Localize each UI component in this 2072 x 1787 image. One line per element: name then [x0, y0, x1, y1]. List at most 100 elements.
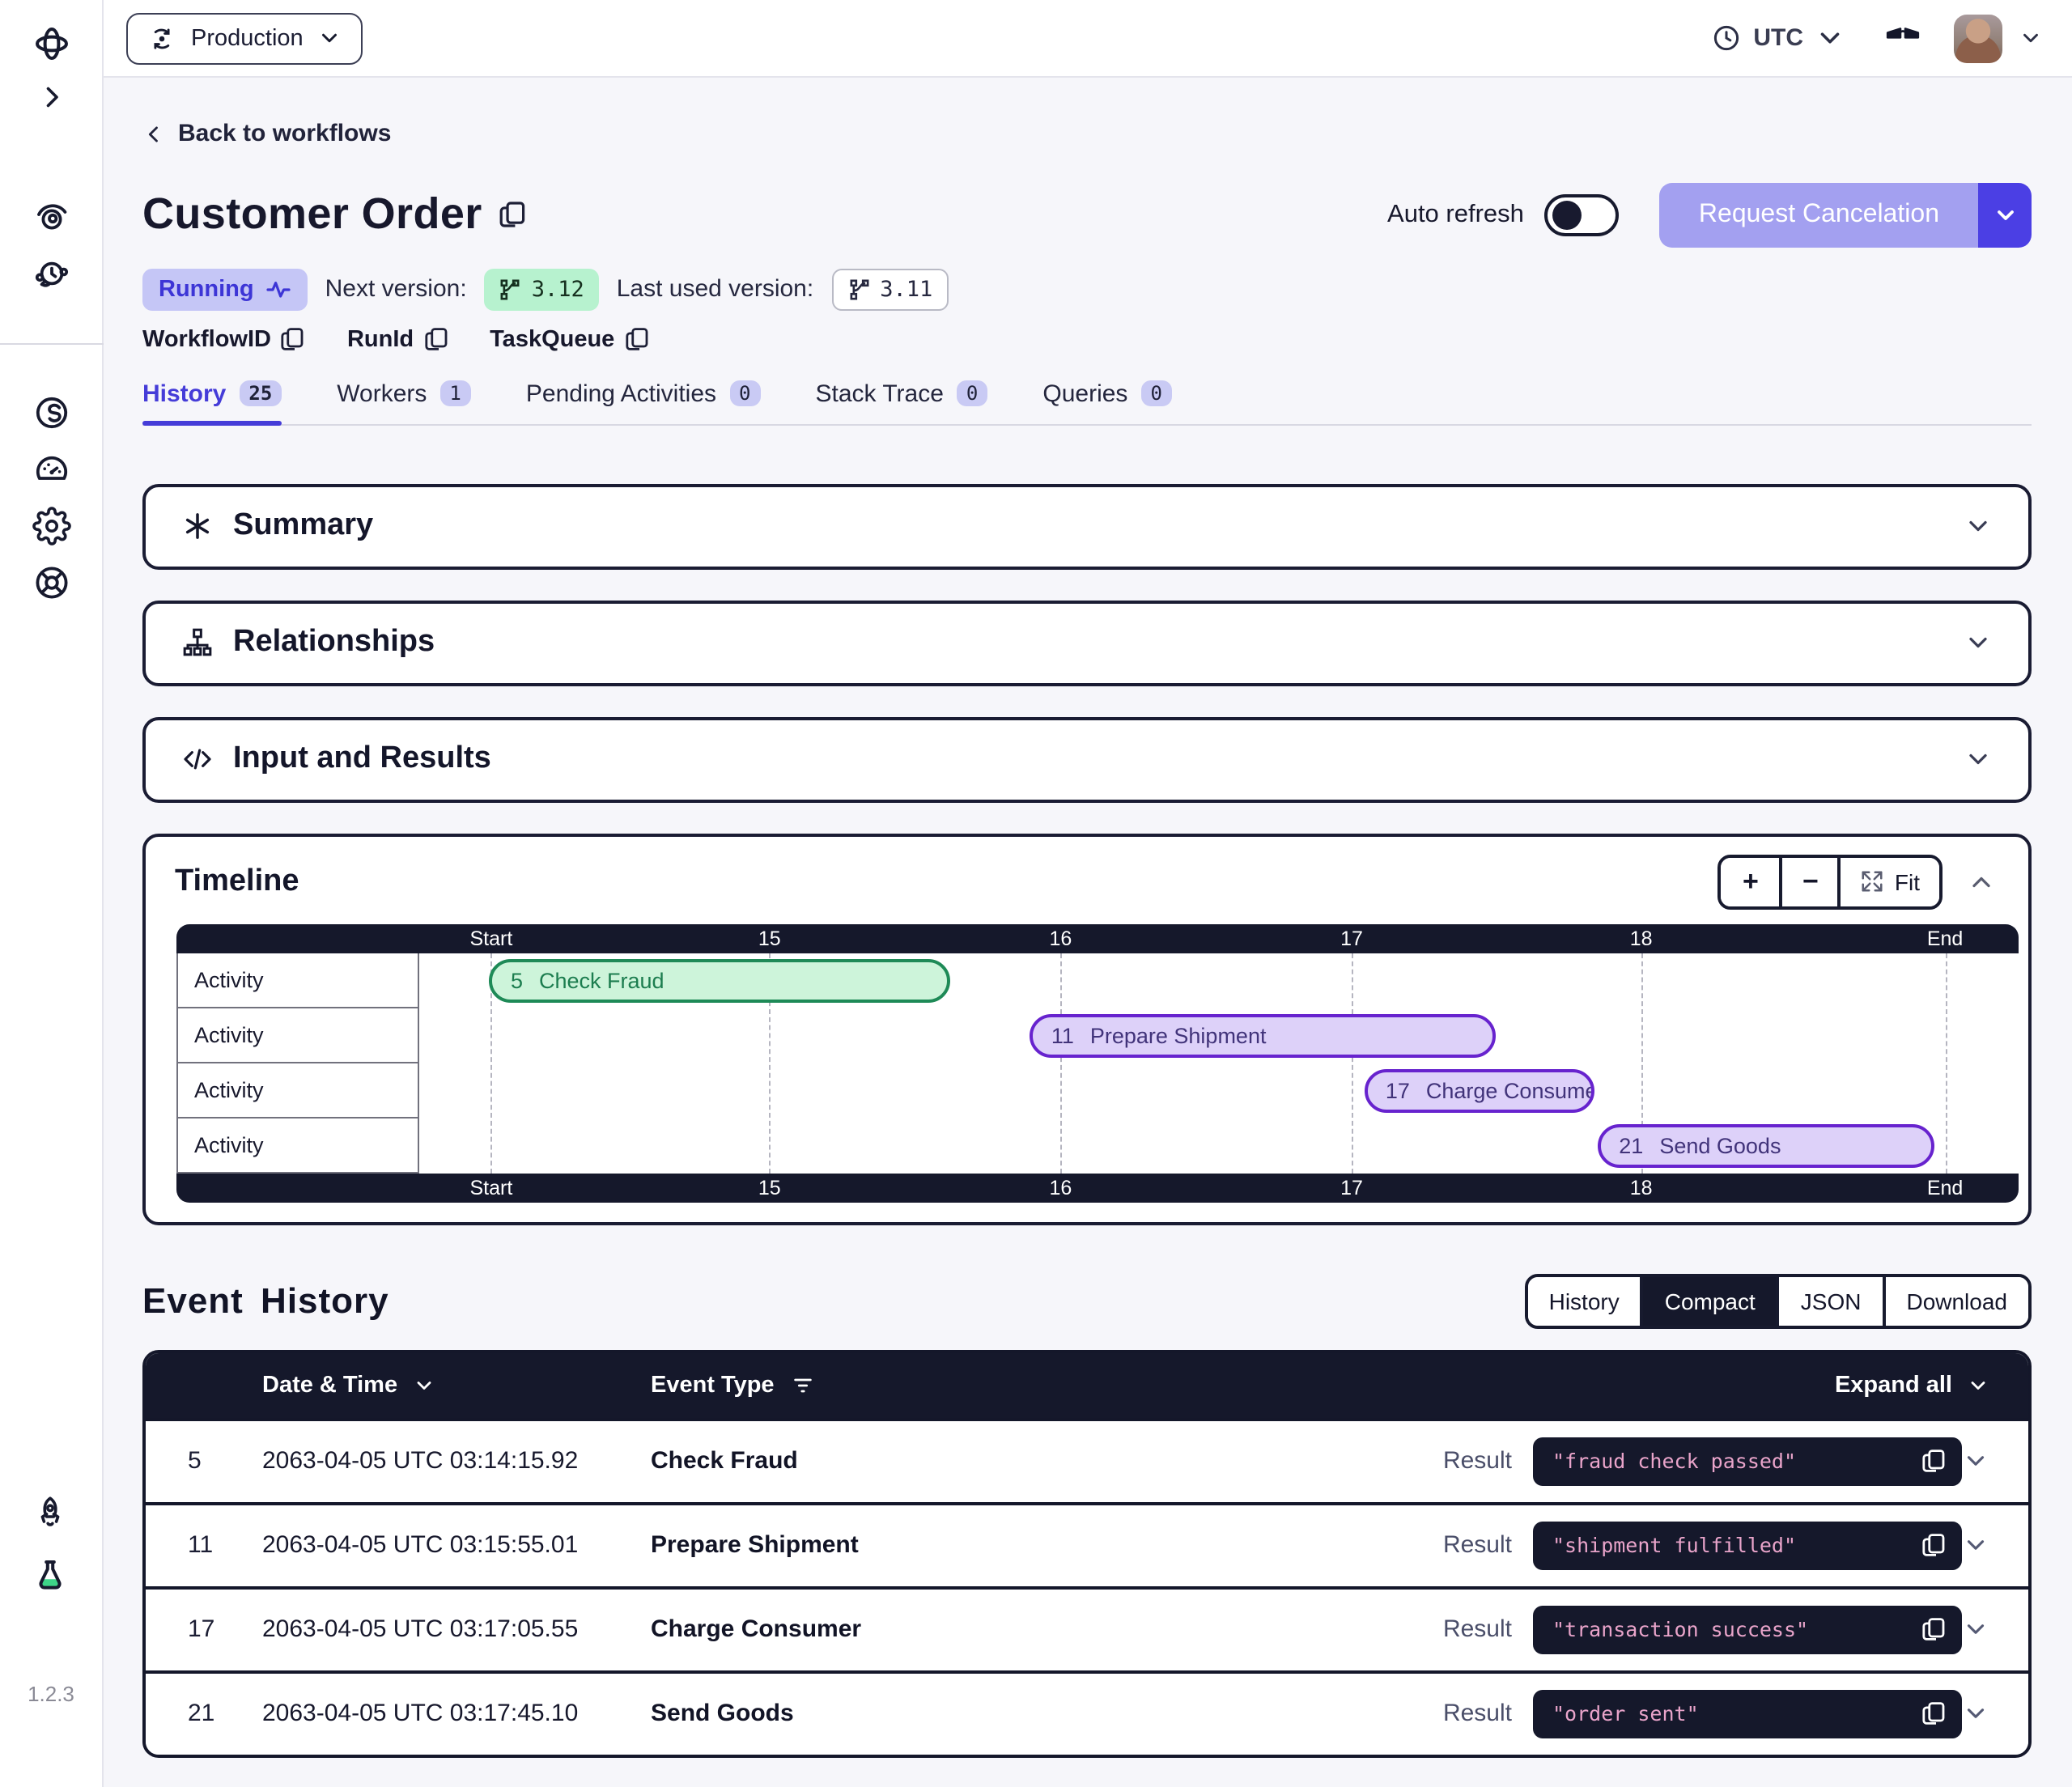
event-type: Check Fraud	[651, 1447, 1443, 1475]
event-datetime: 2063-04-05 UTC 03:14:15.92	[262, 1447, 651, 1475]
timeline-track: 21 Send Goods	[419, 1118, 2019, 1173]
event-history-table: Date & Time Event Type Expand all 5 2063…	[142, 1349, 2032, 1757]
zoom-in-button[interactable]: +	[1722, 857, 1780, 906]
result-chip[interactable]: "transaction success"	[1533, 1605, 1962, 1653]
relationships-section[interactable]: Relationships	[142, 600, 2032, 686]
tab-stack-trace[interactable]: Stack Trace0	[816, 380, 988, 423]
result-label: Result	[1443, 1615, 1512, 1643]
zoom-out-button[interactable]: −	[1780, 857, 1838, 906]
nexus-icon[interactable]	[32, 393, 70, 432]
chevron-down-icon[interactable]	[1962, 1447, 1989, 1475]
timeline-bar-prepare-shipment[interactable]: 11 Prepare Shipment	[1030, 1013, 1496, 1057]
summary-section[interactable]: Summary	[142, 483, 2032, 569]
timeline-bar-check-fraud[interactable]: 5 Check Fraud	[490, 958, 950, 1002]
event-id: 21	[188, 1700, 262, 1727]
event-history-table-header: Date & Time Event Type Expand all	[146, 1352, 2028, 1417]
timeline-row: Activity 17 Charge Consumer	[176, 1063, 2019, 1118]
chevron-left-icon	[142, 122, 165, 145]
environment-label: Production	[191, 25, 304, 51]
download-button[interactable]: Download	[1882, 1276, 2028, 1325]
timezone-selector[interactable]: UTC	[1711, 23, 1845, 53]
tab-history[interactable]: History25	[142, 380, 282, 423]
timeline-axis-bottom: Start 15 16 17 18 End	[176, 1173, 2019, 1202]
timeline-track: 5 Check Fraud	[419, 953, 2019, 1008]
result-chip[interactable]: "fraud check passed"	[1533, 1437, 1962, 1485]
expand-all-button[interactable]: Expand all	[1835, 1372, 1989, 1398]
tab-pending-activities[interactable]: Pending Activities0	[526, 380, 761, 423]
event-row[interactable]: 21 2063-04-05 UTC 03:17:45.10 Send Goods…	[146, 1670, 2028, 1754]
section-title: Input and Results	[233, 741, 491, 777]
fit-button[interactable]: Fit	[1838, 857, 1939, 906]
user-avatar[interactable]	[1954, 14, 2002, 62]
view-history-button[interactable]: History	[1528, 1276, 1641, 1325]
copy-workflow-id-button[interactable]	[281, 327, 305, 351]
result-label: Result	[1443, 1531, 1512, 1559]
collapse-timeline-icon[interactable]	[1967, 867, 1996, 896]
result-chip[interactable]: "shipment fulfilled"	[1533, 1521, 1962, 1569]
timeline-section: Timeline + − Fit	[142, 833, 2032, 1225]
environment-selector[interactable]: Production	[126, 12, 363, 64]
timeline-bar-send-goods[interactable]: 21 Send Goods	[1598, 1123, 1934, 1167]
support-lifebuoy-icon[interactable]	[32, 563, 70, 602]
timeline-bar-charge-consumer[interactable]: 17 Charge Consumer	[1365, 1068, 1595, 1112]
copy-run-id-button[interactable]	[423, 327, 448, 351]
axis-tick: 18	[1630, 1173, 1653, 1202]
view-json-button[interactable]: JSON	[1777, 1276, 1883, 1325]
timeline-chart: Start 15 16 17 18 End	[176, 923, 2019, 1202]
task-queue-item: TaskQueue	[490, 326, 648, 352]
copy-icon	[1921, 1533, 1946, 1557]
auto-refresh-toggle[interactable]	[1545, 193, 1620, 236]
date-column-header[interactable]: Date & Time	[262, 1372, 651, 1398]
event-row[interactable]: 11 2063-04-05 UTC 03:15:55.01 Prepare Sh…	[146, 1501, 2028, 1585]
chevron-down-icon	[412, 1373, 435, 1396]
auto-refresh-label: Auto refresh	[1387, 200, 1524, 229]
event-datetime: 2063-04-05 UTC 03:17:45.10	[262, 1700, 651, 1727]
event-datetime: 2063-04-05 UTC 03:15:55.01	[262, 1531, 651, 1559]
timeline-track: 11 Prepare Shipment	[419, 1008, 2019, 1063]
workflow-detail-page: 1.2.3 Production UTC	[0, 0, 2072, 1787]
getting-started-rocket-icon[interactable]	[32, 1494, 70, 1533]
schedules-icon[interactable]	[32, 256, 70, 295]
timeline-axis-top: Start 15 16 17 18 End	[176, 923, 2019, 953]
axis-tick: 15	[758, 923, 781, 953]
app-logo-icon[interactable]	[32, 24, 70, 63]
chevron-down-icon[interactable]	[1962, 1615, 1989, 1643]
usage-icon[interactable]	[32, 450, 70, 489]
timeline-row-label: Activity	[176, 1118, 419, 1173]
axis-tick: End	[1927, 923, 1964, 953]
type-column-header[interactable]: Event Type	[651, 1372, 815, 1398]
tab-queries[interactable]: Queries0	[1042, 380, 1172, 423]
status-badge: Running	[142, 268, 308, 310]
settings-gear-icon[interactable]	[32, 507, 70, 545]
chevron-down-icon	[2019, 26, 2043, 50]
result-chip[interactable]: "order sent"	[1533, 1689, 1962, 1738]
event-type: Charge Consumer	[651, 1615, 1443, 1643]
result-label: Result	[1443, 1700, 1512, 1727]
event-datetime: 2063-04-05 UTC 03:17:05.55	[262, 1615, 651, 1643]
copy-task-queue-button[interactable]	[624, 327, 648, 351]
expand-sidebar-icon[interactable]	[36, 83, 66, 112]
axis-tick: Start	[470, 923, 513, 953]
pulse-icon	[265, 276, 291, 302]
tab-count-badge: 0	[1140, 380, 1171, 406]
labs-flask-icon[interactable]	[32, 1556, 70, 1594]
event-row[interactable]: 5 2063-04-05 UTC 03:14:15.92 Check Fraud…	[146, 1417, 2028, 1501]
namespace-icon[interactable]	[32, 197, 70, 236]
glasses-icon[interactable]	[1884, 19, 1921, 57]
copy-title-button[interactable]	[499, 201, 526, 228]
chevron-down-icon	[1964, 511, 1993, 541]
view-compact-button[interactable]: Compact	[1641, 1276, 1777, 1325]
timezone-label: UTC	[1753, 24, 1803, 52]
request-cancelation-button[interactable]: Request Cancelation	[1660, 182, 1978, 247]
tab-workers[interactable]: Workers1	[337, 380, 471, 423]
input-results-section[interactable]: Input and Results	[142, 716, 2032, 802]
chevron-down-icon	[1964, 745, 1993, 774]
request-cancelation-menu-button[interactable]	[1978, 182, 2032, 247]
chevron-down-icon[interactable]	[1962, 1531, 1989, 1559]
back-to-workflows-link[interactable]: Back to workflows	[142, 120, 391, 147]
chevron-down-icon[interactable]	[1962, 1700, 1989, 1727]
event-row[interactable]: 17 2063-04-05 UTC 03:17:05.55 Charge Con…	[146, 1585, 2028, 1670]
topbar: Production UTC	[104, 0, 2072, 78]
copy-icon	[281, 327, 305, 351]
code-icon	[181, 743, 214, 775]
